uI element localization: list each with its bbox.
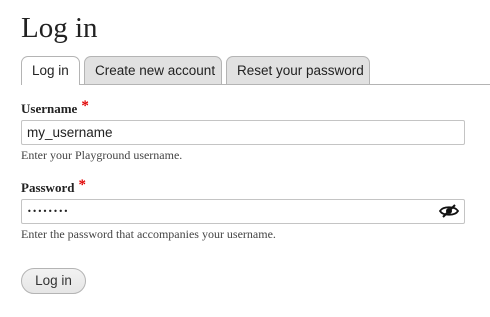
page-title: Log in [21,12,98,44]
tab-reset-your-password[interactable]: Reset your password [226,56,370,84]
required-marker: * [81,98,89,114]
password-field-wrapper: •••••••• [21,199,465,224]
eye-slash-icon[interactable] [438,203,460,219]
log-in-button[interactable]: Log in [21,268,86,294]
tab-create-new-account[interactable]: Create new account [84,56,222,84]
password-label: Password * [21,177,86,196]
password-label-text: Password [21,180,75,195]
username-field[interactable] [21,120,465,145]
tab-log-in[interactable]: Log in [21,56,80,85]
username-label-text: Username [21,101,78,116]
password-field[interactable]: •••••••• [21,199,465,224]
username-label: Username * [21,98,89,117]
required-marker: * [78,177,86,193]
password-description: Enter the password that accompanies your… [21,227,276,241]
tab-bar: Log in Create new account Reset your pas… [21,56,490,85]
username-description: Enter your Playground username. [21,148,183,162]
